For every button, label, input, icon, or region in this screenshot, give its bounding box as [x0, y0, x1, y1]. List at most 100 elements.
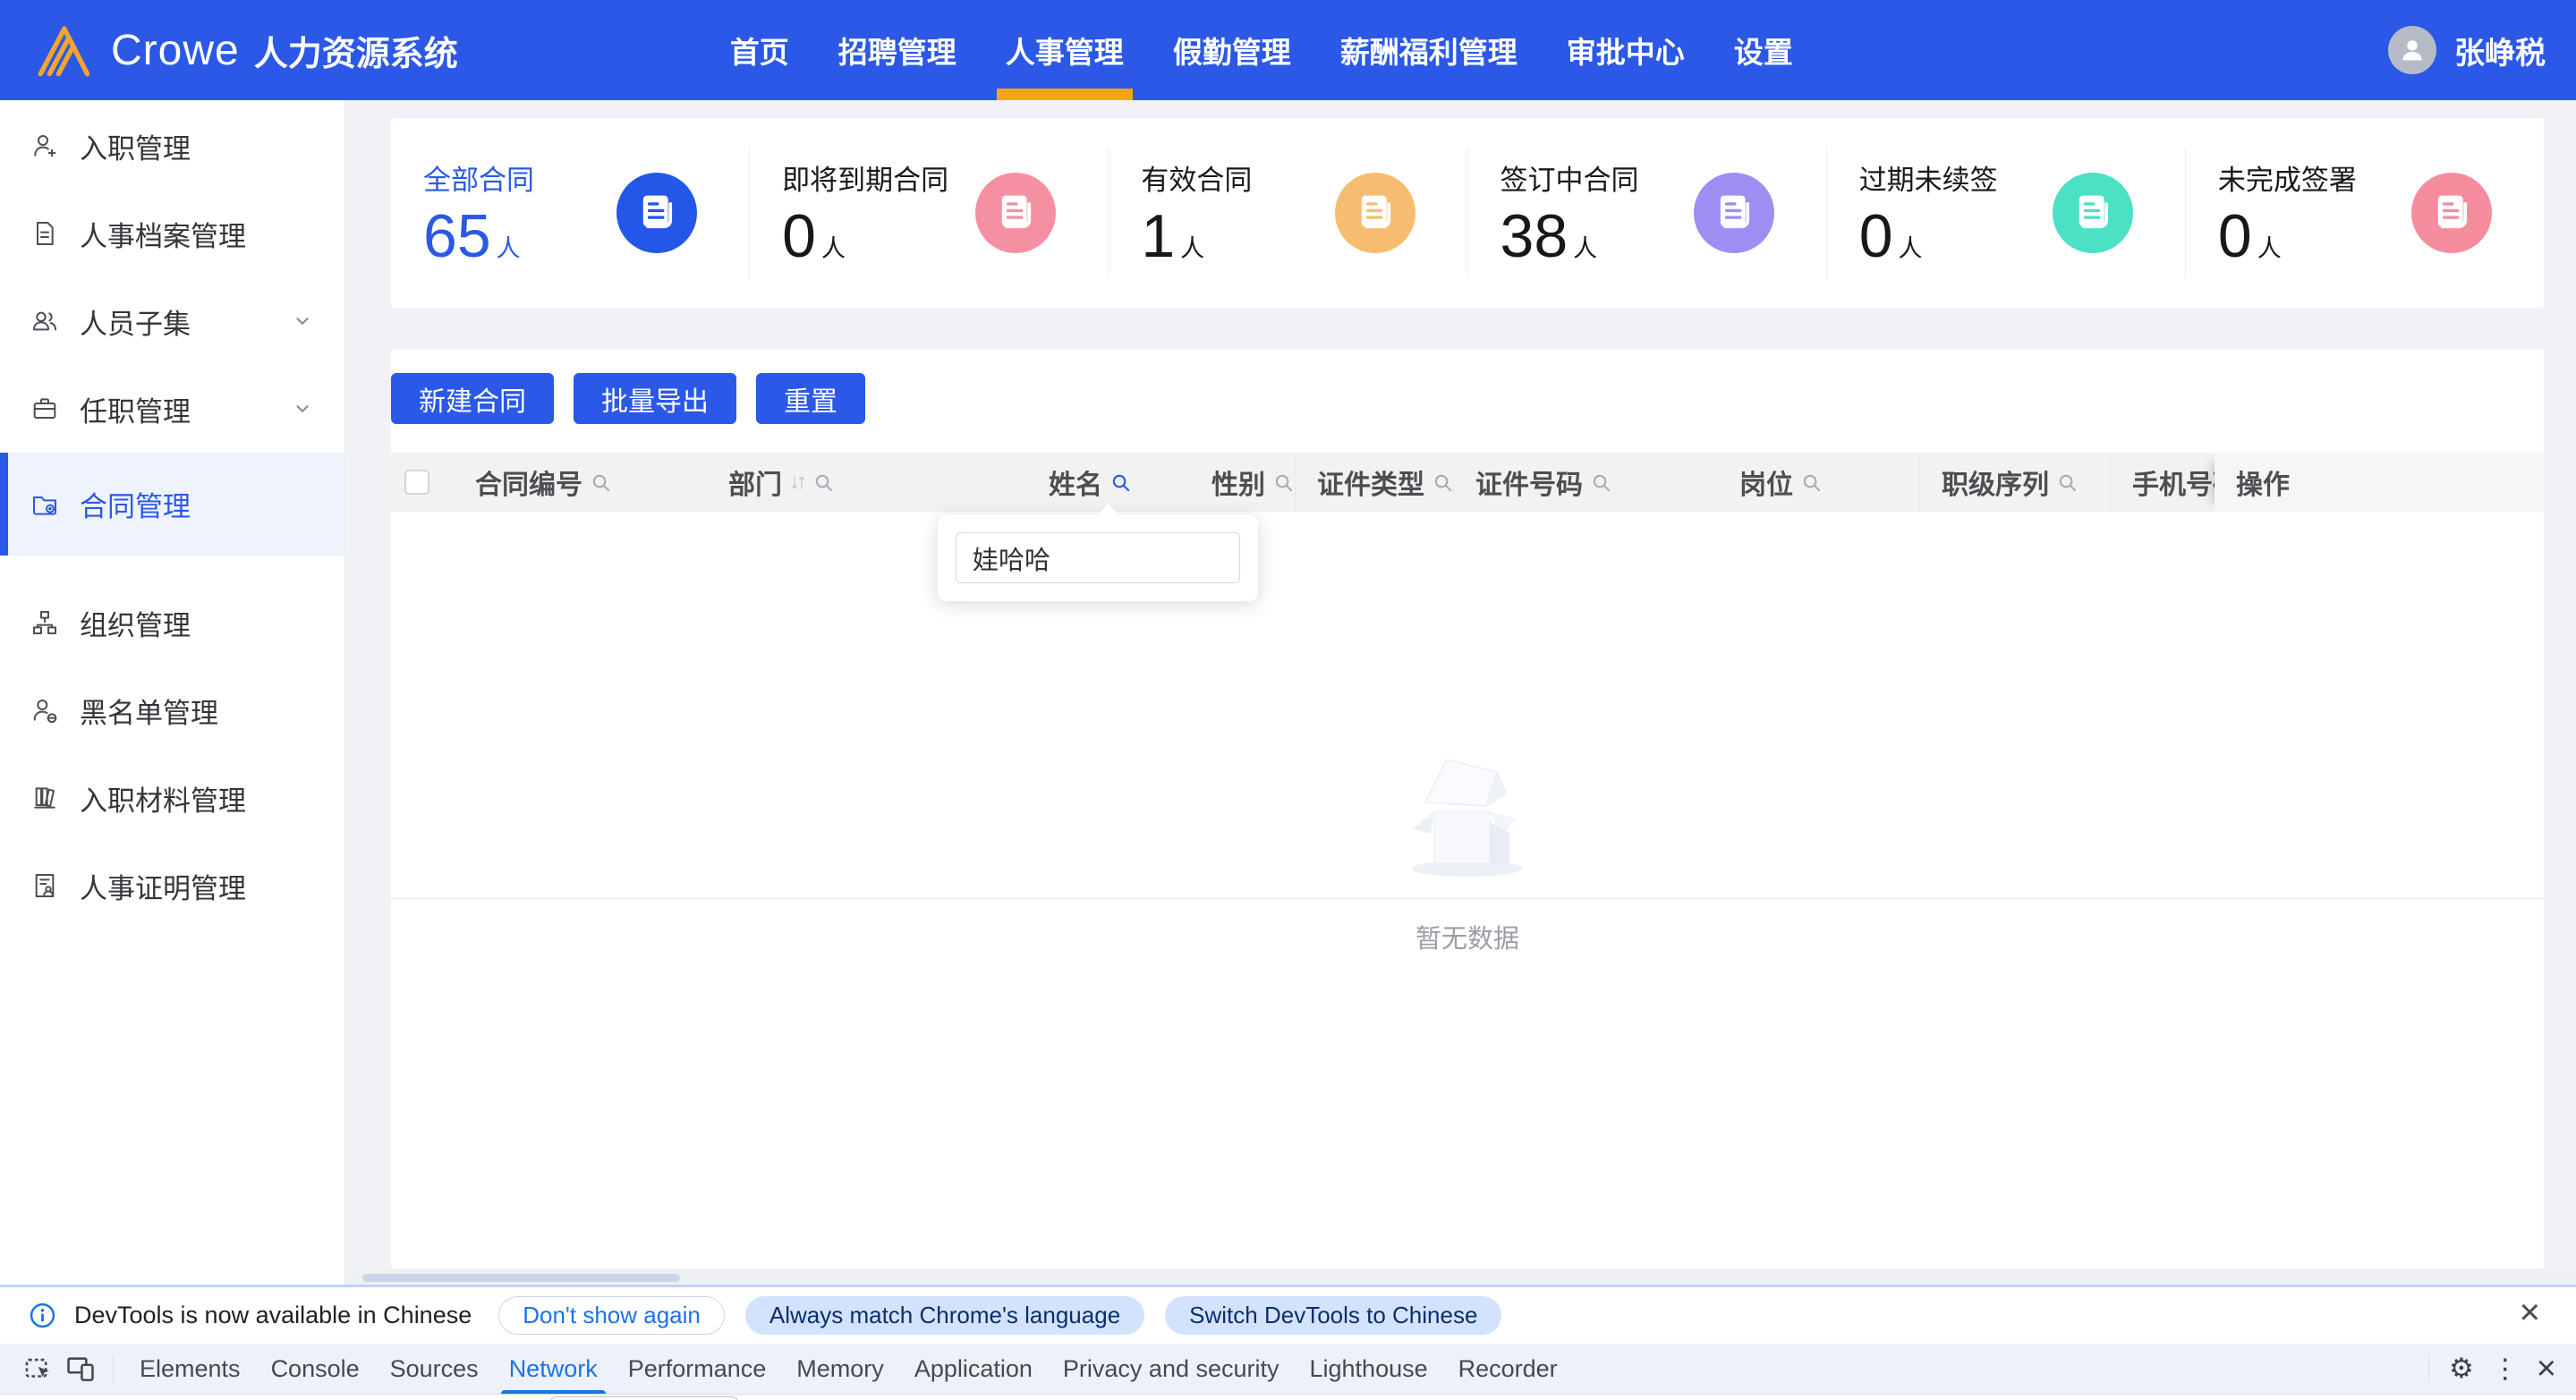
column-search-icon[interactable] [1110, 472, 1131, 493]
table-column-header: 证件类型 [1296, 453, 1454, 512]
name-filter-input[interactable] [956, 532, 1240, 583]
column-search-icon[interactable] [1801, 472, 1822, 493]
column-label: 职级序列 [1942, 462, 2049, 502]
table-column-header: 部门 ↓↑ [707, 453, 1027, 512]
inspect-element-icon[interactable] [22, 1353, 53, 1384]
stat-unit: 人 [821, 229, 846, 264]
table-column-header: 证件号码 [1454, 453, 1718, 512]
infobar-close-icon[interactable]: × [2520, 1294, 2540, 1330]
app-root: Crowe 人力资源系统 首页 招聘管理 人事管理 假勤管理 [0, 0, 2576, 1400]
stat-card: 即将到期合同 0 人 [749, 148, 1108, 278]
stat-label: 全部合同 [423, 157, 534, 198]
devtools-tab[interactable]: Elements [124, 1344, 256, 1394]
sidebar-item-label: 人事档案管理 [80, 214, 246, 254]
top-nav-menu: 首页 招聘管理 人事管理 假勤管理 薪酬福利管理 [727, 0, 1839, 100]
table-column-header: 操作 [2215, 453, 2544, 512]
sidebar-item-label: 合同管理 [80, 484, 191, 524]
sidebar-item[interactable]: 人事证明管理 [0, 842, 344, 929]
column-sort-icon[interactable]: ↓↑ [789, 470, 803, 495]
devtools-tab[interactable]: Sources [375, 1344, 494, 1394]
sidebar-item-label: 组织管理 [80, 603, 191, 643]
top-nav-item[interactable]: 薪酬福利管理 [1337, 0, 1521, 100]
sidebar-item-icon [30, 395, 59, 423]
sidebar-item[interactable]: 入职管理 [0, 102, 344, 190]
sidebar-item-label: 人员子集 [80, 301, 191, 342]
column-label: 操作 [2236, 462, 2290, 502]
gear-icon[interactable]: ⚙ [2449, 1353, 2474, 1385]
top-nav-item[interactable]: 人事管理 [1002, 0, 1127, 100]
contract-stats-panel: 全部合同 65 人 即将到期合同 0 [391, 118, 2544, 308]
sidebar-item-icon [30, 871, 59, 900]
devtools-tab[interactable]: Memory [781, 1344, 899, 1394]
toolbar-button[interactable]: 新建合同 [391, 373, 554, 424]
column-search-icon[interactable] [1273, 472, 1294, 493]
sidebar: 入职管理 人事档案管理 人员子集 [0, 100, 345, 1285]
select-all-checkbox[interactable] [404, 470, 429, 495]
sidebar-item[interactable]: 人事档案管理 [0, 190, 344, 277]
contract-doc-icon [1694, 173, 1774, 253]
toolbar-button[interactable]: 批量导出 [574, 373, 736, 424]
name-filter-popup [938, 514, 1258, 601]
contract-doc-icon [1335, 173, 1416, 253]
column-search-icon[interactable] [2057, 472, 2078, 493]
sidebar-item[interactable]: 黑名单管理 [0, 666, 344, 754]
contract-doc-icon [616, 173, 697, 253]
empty-box-illustration [1400, 747, 1535, 881]
chevron-down-icon [293, 311, 312, 331]
column-search-icon[interactable] [1591, 472, 1611, 493]
stat-card: 有效合同 1 人 [1108, 148, 1467, 278]
sidebar-item[interactable]: 组织管理 [0, 579, 344, 666]
sidebar-item[interactable]: 人员子集 [0, 277, 344, 365]
sidebar-item[interactable]: 合同管理 [0, 453, 344, 556]
devtools-tab[interactable]: Application [899, 1344, 1048, 1394]
top-nav-item[interactable]: 首页 [727, 0, 793, 100]
sidebar-item-label: 人事证明管理 [80, 866, 246, 906]
contract-doc-icon [975, 173, 1056, 253]
table-header-row: 合同编号 部门 ↓↑ [391, 453, 2544, 512]
contract-table-panel: 新建合同 批量导出 重置 合同编号 [391, 349, 2544, 1268]
column-search-icon[interactable] [591, 472, 611, 493]
stat-label: 过期未续签 [1859, 157, 1998, 198]
kebab-menu-icon[interactable]: ⋮ [2492, 1353, 2519, 1385]
column-search-icon[interactable] [813, 472, 834, 493]
table-column-header: 姓名 [1027, 453, 1190, 512]
devtools-tab[interactable]: Lighthouse [1295, 1344, 1443, 1394]
column-label: 手机号码 [2132, 462, 2215, 502]
network-filter-box-sliver[interactable] [550, 1396, 738, 1400]
devtools-tab[interactable]: Network [494, 1344, 613, 1394]
sidebar-item-icon [30, 219, 59, 248]
info-icon [29, 1302, 56, 1329]
infobar-action-button[interactable]: Switch DevTools to Chinese [1165, 1296, 1501, 1335]
top-nav-item[interactable]: 假勤管理 [1169, 0, 1295, 100]
devtools-close-icon[interactable]: × [2537, 1352, 2556, 1386]
top-nav-item[interactable]: 审批中心 [1563, 0, 1688, 100]
toolbar-button[interactable]: 重置 [756, 373, 865, 424]
table-column-header: 合同编号 [454, 453, 707, 512]
chevron-down-icon [293, 399, 312, 419]
contract-doc-icon [2411, 173, 2492, 253]
top-nav-item[interactable]: 设置 [1730, 0, 1797, 100]
infobar-action-button[interactable]: Always match Chrome's language [745, 1296, 1144, 1335]
infobar-actions: Don't show again Always match Chrome's l… [498, 1296, 1501, 1335]
top-navigation-bar: Crowe 人力资源系统 首页 招聘管理 人事管理 假勤管理 [0, 0, 2576, 100]
sidebar-item[interactable]: 任职管理 [0, 365, 344, 453]
devtools-tab[interactable]: Recorder [1443, 1344, 1573, 1394]
table-toolbar: 新建合同 批量导出 重置 [391, 373, 865, 424]
devtools-tab[interactable]: Console [256, 1344, 375, 1394]
column-search-icon[interactable] [1433, 472, 1453, 493]
user-name: 张峥税 [2454, 29, 2546, 72]
infobar-action-button[interactable]: Don't show again [498, 1296, 725, 1335]
horizontal-scrollbar-thumb[interactable] [362, 1274, 680, 1282]
devtools-tab[interactable]: Privacy and security [1048, 1344, 1295, 1394]
crowe-mountain-logo-icon [34, 21, 93, 79]
stat-unit: 人 [497, 229, 521, 264]
top-nav-item[interactable]: 招聘管理 [835, 0, 960, 100]
column-label: 姓名 [1049, 462, 1102, 502]
table-column-header: 职级序列 [1920, 453, 2111, 512]
user-menu[interactable]: 张峥税 [2388, 26, 2576, 74]
stat-unit: 人 [2257, 229, 2282, 264]
devtools-tab[interactable]: Performance [613, 1344, 782, 1394]
empty-text: 暂无数据 [1400, 918, 1535, 955]
sidebar-item[interactable]: 入职材料管理 [0, 754, 344, 842]
device-toolbar-icon[interactable] [65, 1353, 96, 1384]
